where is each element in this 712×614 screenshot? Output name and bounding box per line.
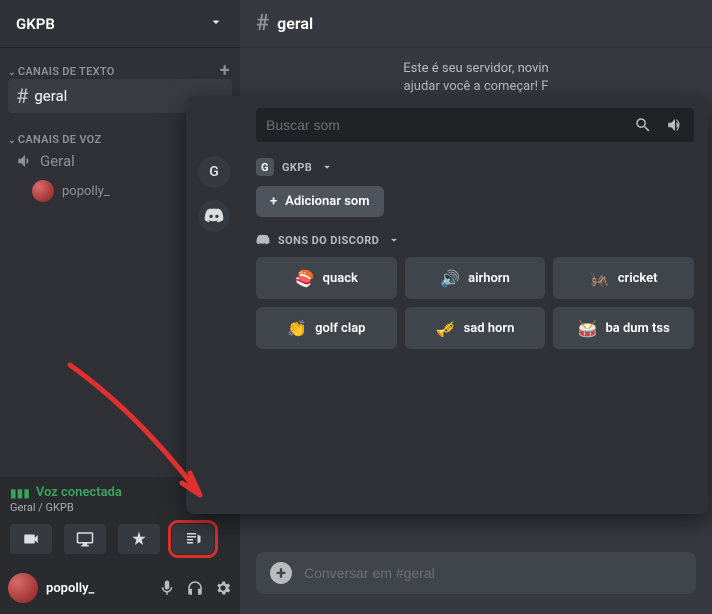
sound-golf-clap[interactable]: 👏golf clap (256, 307, 397, 349)
add-sound-button[interactable]: + Adicionar som (256, 186, 384, 217)
video-button[interactable] (10, 524, 52, 554)
chevron-down-icon (387, 233, 401, 247)
username: popolly_ (46, 581, 94, 596)
volume-icon[interactable] (666, 116, 684, 134)
voice-user-name: popolly_ (62, 184, 110, 199)
server-header[interactable]: GKPB (0, 0, 240, 48)
rail-server-discord[interactable] (198, 200, 230, 232)
hash-icon: # (256, 11, 269, 36)
chevron-down-icon: ⌄ (8, 68, 16, 78)
avatar (32, 180, 54, 202)
headphones-icon[interactable] (186, 579, 204, 597)
welcome-message: Este é seu servidor, novin ajudar você a… (240, 48, 712, 96)
soundboard-section-discord: SONS DO DISCORD 🍣quack 🔊airhorn 🦗cricket… (256, 233, 694, 349)
discord-icon (256, 233, 270, 247)
voice-action-buttons (10, 524, 230, 554)
chevron-down-icon: ⌄ (8, 136, 16, 146)
channel-label: Geral (40, 152, 75, 170)
channel-label: geral (34, 87, 67, 105)
sound-cricket[interactable]: 🦗cricket (553, 257, 694, 299)
gear-icon[interactable] (214, 579, 232, 597)
soundboard-main: G GKPB + Adicionar som SONS DO DISCORD 🍣… (242, 96, 708, 514)
server-badge: G (256, 158, 274, 176)
chat-input-area: + (240, 552, 712, 614)
chat-input[interactable]: + (256, 552, 696, 594)
add-sound-label: Adicionar som (285, 194, 369, 209)
chat-header: # geral (240, 0, 712, 48)
section-title: SONS DO DISCORD (278, 234, 379, 247)
soundboard-popup: G G GKPB + Adicionar som (186, 96, 708, 514)
rail-server-gkpb[interactable]: G (198, 156, 230, 188)
screenshare-button[interactable] (64, 524, 106, 554)
chevron-down-icon (320, 160, 334, 174)
add-channel-button[interactable]: + (220, 64, 230, 78)
emoji-icon: 🎺 (436, 319, 456, 338)
search-icon[interactable] (634, 116, 652, 134)
user-panel: popolly_ (0, 562, 240, 614)
hash-icon: # (16, 84, 28, 108)
soundboard-section-server: G GKPB + Adicionar som (256, 158, 694, 217)
soundboard-search-input[interactable] (266, 117, 626, 133)
soundboard-server-rail: G (186, 96, 242, 514)
activities-button[interactable] (118, 524, 160, 554)
emoji-icon: 🍣 (295, 269, 315, 288)
avatar[interactable] (8, 573, 38, 603)
chat-header-title: geral (277, 14, 313, 33)
sound-quack[interactable]: 🍣quack (256, 257, 397, 299)
sound-sad-horn[interactable]: 🎺sad horn (405, 307, 546, 349)
emoji-icon: 🦗 (590, 269, 610, 288)
emoji-icon: 🔊 (440, 269, 460, 288)
chevron-down-icon (208, 14, 224, 34)
voice-status-label: Voz conectada (36, 485, 122, 500)
message-input[interactable] (304, 565, 682, 581)
soundboard-button[interactable] (172, 524, 214, 554)
emoji-icon: 🥁 (578, 319, 598, 338)
attach-button[interactable]: + (270, 562, 292, 584)
speaker-icon (16, 152, 34, 170)
category-text[interactable]: ⌄CANAIS DE TEXTO + (0, 58, 240, 78)
sound-ba-dum-tss[interactable]: 🥁ba dum tss (553, 307, 694, 349)
section-header[interactable]: SONS DO DISCORD (256, 233, 694, 247)
emoji-icon: 👏 (287, 319, 307, 338)
app-root: GKPB ⌄CANAIS DE TEXTO + # geral ⌄CANAIS … (0, 0, 712, 614)
server-name: GKPB (16, 15, 55, 33)
plus-icon: + (270, 194, 277, 209)
sound-airhorn[interactable]: 🔊airhorn (405, 257, 546, 299)
soundboard-search (256, 108, 694, 142)
sound-grid: 🍣quack 🔊airhorn 🦗cricket 👏golf clap 🎺sad… (256, 257, 694, 349)
section-header[interactable]: G GKPB (256, 158, 694, 176)
mic-icon[interactable] (158, 579, 176, 597)
signal-icon: ▮▮▮ (10, 486, 30, 500)
section-title: GKPB (282, 161, 312, 174)
